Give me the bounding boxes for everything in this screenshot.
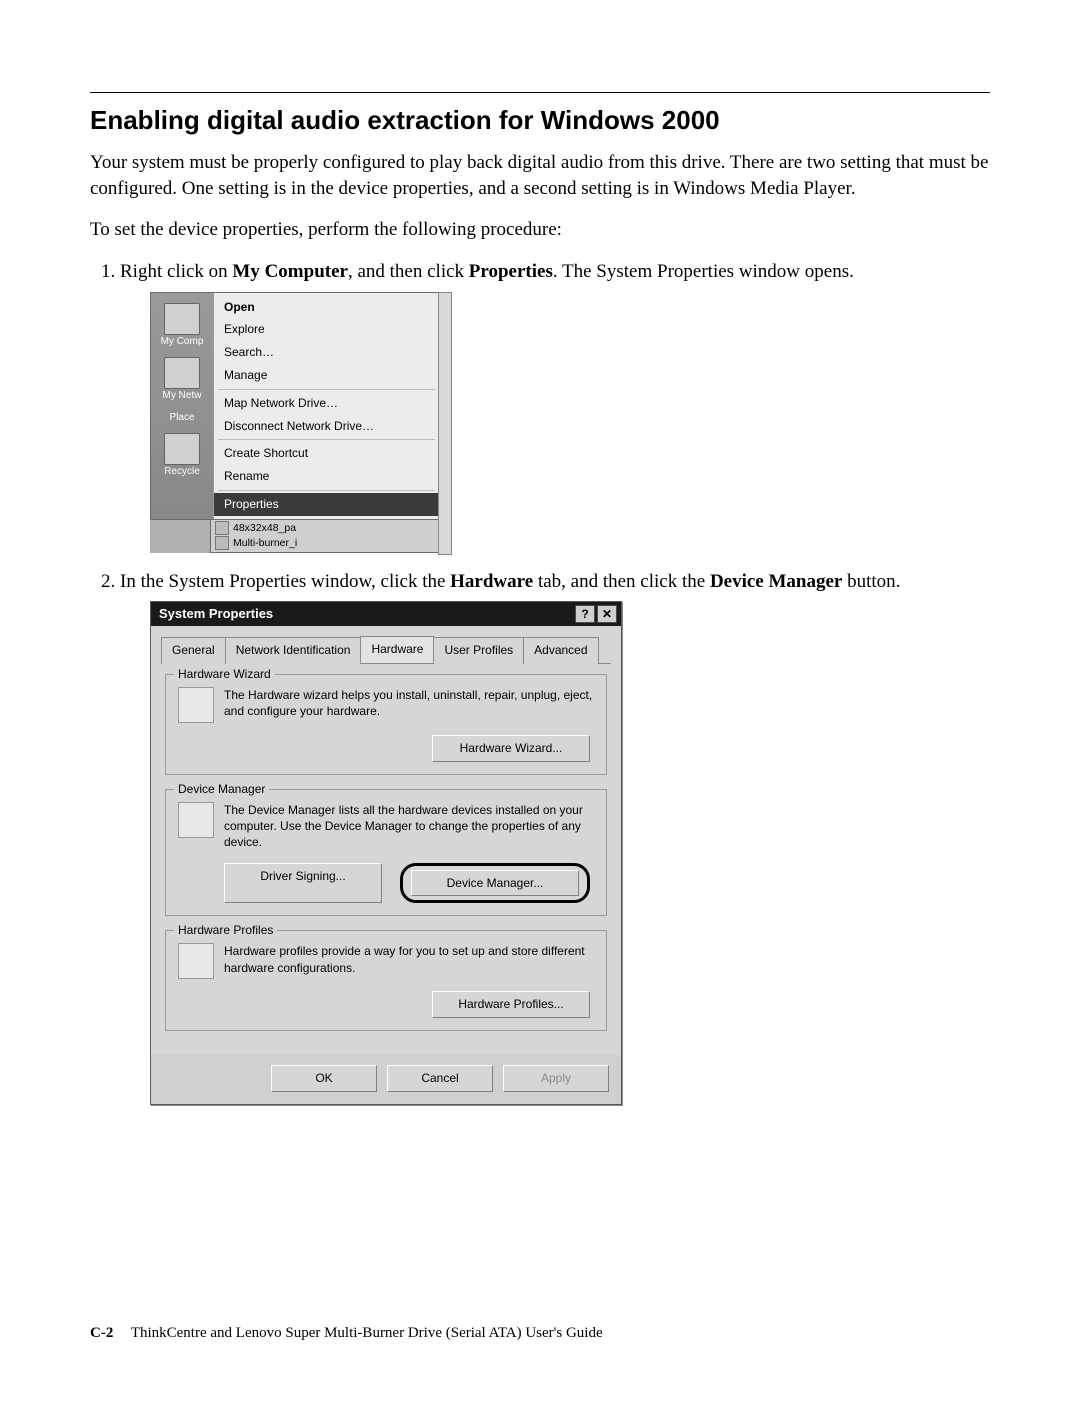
step2-device-manager: Device Manager <box>710 571 842 592</box>
menu-disconnect-drive[interactable]: Disconnect Network Drive… <box>214 415 439 438</box>
menu-create-shortcut[interactable]: Create Shortcut <box>214 442 439 465</box>
menu-separator-3 <box>218 490 435 491</box>
hardware-profiles-text: Hardware profiles provide a way for you … <box>224 943 594 975</box>
tab-user-profiles[interactable]: User Profiles <box>433 637 524 664</box>
menu-separator-2 <box>218 439 435 440</box>
group-hardware-wizard: Hardware Wizard The Hardware wizard help… <box>165 674 607 775</box>
figure-system-properties: System Properties ? ✕ General Network Id… <box>150 601 622 1105</box>
hardware-wizard-button[interactable]: Hardware Wizard... <box>432 735 590 762</box>
figure-context-menu: My Comp My Netw Place Recycle Open Explo… <box>150 292 440 553</box>
menu-map-drive[interactable]: Map Network Drive… <box>214 392 439 415</box>
tab-general[interactable]: General <box>161 637 226 664</box>
tab-advanced[interactable]: Advanced <box>523 637 598 664</box>
desktop-icons-column: My Comp My Netw Place Recycle <box>151 293 213 519</box>
intro-paragraph: Your system must be properly configured … <box>90 150 990 201</box>
step1-pre: Right click on <box>120 261 232 282</box>
close-button[interactable]: ✕ <box>597 605 617 623</box>
top-rule <box>90 92 990 93</box>
device-manager-highlight: Device Manager... <box>400 863 590 904</box>
dialog-tabs: General Network Identification Hardware … <box>161 636 611 664</box>
hardware-wizard-icon <box>178 687 214 723</box>
tray-text-2: Multi-burner_i <box>233 536 297 551</box>
legend-hardware-profiles: Hardware Profiles <box>174 922 277 939</box>
help-button[interactable]: ? <box>575 605 595 623</box>
my-network-label: My Netw <box>151 389 213 403</box>
context-menu: Open Explore Search… Manage Map Network … <box>213 293 439 519</box>
page-footer: C-2 ThinkCentre and Lenovo Super Multi-B… <box>90 1325 990 1342</box>
device-manager-text: The Device Manager lists all the hardwar… <box>224 802 594 851</box>
tray-icon-1 <box>215 521 229 535</box>
section-title: Enabling digital audio extraction for Wi… <box>90 105 990 136</box>
taskbar-tray: 48x32x48_pa Multi-burner_i <box>210 520 440 553</box>
lead-paragraph: To set the device properties, perform th… <box>90 217 990 243</box>
hardware-profiles-icon <box>178 943 214 979</box>
my-network-places-icon[interactable] <box>164 357 200 389</box>
menu-separator-1 <box>218 389 435 390</box>
step1-post: . The System Properties window opens. <box>553 261 854 282</box>
hardware-wizard-text: The Hardware wizard helps you install, u… <box>224 687 594 719</box>
tray-icon-2 <box>215 536 229 550</box>
device-manager-icon <box>178 802 214 838</box>
driver-signing-button[interactable]: Driver Signing... <box>224 863 382 904</box>
step1-properties: Properties <box>469 261 553 282</box>
recycle-label: Recycle <box>151 465 213 479</box>
page-number: C-2 <box>90 1325 113 1341</box>
step1-mycomputer: My Computer <box>232 261 348 282</box>
step2-hardware: Hardware <box>450 571 533 592</box>
menu-rename[interactable]: Rename <box>214 465 439 488</box>
cancel-button[interactable]: Cancel <box>387 1065 493 1092</box>
menu-search[interactable]: Search… <box>214 341 439 364</box>
tray-text-1: 48x32x48_pa <box>233 521 296 536</box>
step1-mid: , and then click <box>348 261 469 282</box>
my-computer-icon[interactable] <box>164 303 200 335</box>
dialog-titlebar: System Properties ? ✕ <box>151 602 621 626</box>
step2-mid: tab, and then click the <box>533 571 710 592</box>
step2-post: button. <box>842 571 900 592</box>
tray-item-1[interactable]: 48x32x48_pa <box>211 521 439 536</box>
menu-properties[interactable]: Properties <box>214 493 439 516</box>
legend-device-manager: Device Manager <box>174 781 269 798</box>
group-hardware-profiles: Hardware Profiles Hardware profiles prov… <box>165 930 607 1031</box>
dialog-footer: OK Cancel Apply <box>151 1055 621 1104</box>
apply-button[interactable]: Apply <box>503 1065 609 1092</box>
menu-manage[interactable]: Manage <box>214 364 439 387</box>
step-1: Right click on My Computer, and then cli… <box>120 259 990 553</box>
device-manager-button[interactable]: Device Manager... <box>411 870 579 897</box>
fig1-right-strip <box>438 292 452 555</box>
step-2: In the System Properties window, click t… <box>120 569 990 1105</box>
menu-open[interactable]: Open <box>214 296 439 319</box>
legend-hardware-wizard: Hardware Wizard <box>174 666 275 683</box>
menu-explore[interactable]: Explore <box>214 318 439 341</box>
my-computer-label: My Comp <box>151 335 213 349</box>
tab-network-identification[interactable]: Network Identification <box>225 637 362 664</box>
tab-hardware[interactable]: Hardware <box>360 636 434 663</box>
recycle-bin-icon[interactable] <box>164 433 200 465</box>
places-label: Place <box>151 411 213 425</box>
tray-item-2[interactable]: Multi-burner_i <box>211 536 439 551</box>
hardware-profiles-button[interactable]: Hardware Profiles... <box>432 991 590 1018</box>
group-device-manager: Device Manager The Device Manager lists … <box>165 789 607 916</box>
ok-button[interactable]: OK <box>271 1065 377 1092</box>
step2-pre: In the System Properties window, click t… <box>120 571 450 592</box>
guide-title: ThinkCentre and Lenovo Super Multi-Burne… <box>131 1325 603 1341</box>
dialog-title: System Properties <box>159 605 273 623</box>
